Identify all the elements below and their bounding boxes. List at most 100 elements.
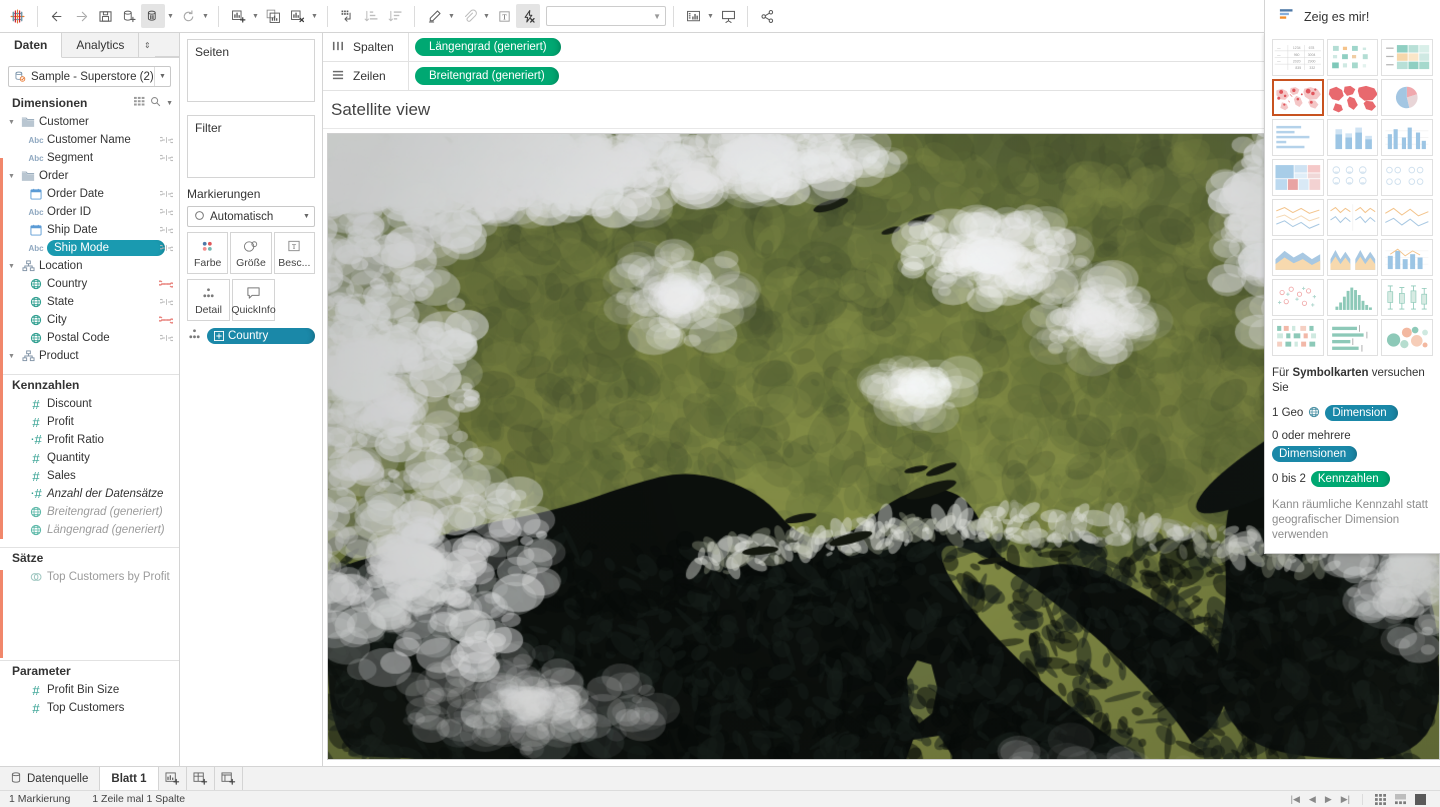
filters-drop-zone[interactable]	[188, 139, 314, 177]
fill-view-icon[interactable]	[1415, 793, 1426, 805]
chevron-down-icon[interactable]: ▼	[8, 173, 19, 180]
new-worksheet-caret-icon[interactable]: ▼	[250, 4, 261, 28]
link-icon[interactable]	[160, 298, 179, 306]
show-me-bullet-graph[interactable]	[1326, 319, 1379, 356]
show-me-tab[interactable]: Zeig es mir!	[1264, 0, 1440, 33]
tree-node-discount[interactable]: # Discount	[0, 395, 179, 413]
tree-node-profit-bin-size[interactable]: # Profit Bin Size	[0, 681, 179, 699]
group-caret-icon[interactable]: ▼	[481, 4, 492, 28]
link-icon[interactable]	[160, 136, 179, 144]
chevron-down-icon[interactable]: ▼	[166, 100, 173, 107]
save-button[interactable]	[93, 4, 117, 28]
chevron-down-icon[interactable]: ▼	[8, 353, 19, 360]
show-me-heat-map[interactable]	[1326, 39, 1379, 76]
refresh-caret-icon[interactable]: ▼	[200, 4, 211, 28]
link-icon[interactable]	[160, 244, 179, 252]
show-me-discrete-lines[interactable]	[1381, 199, 1433, 236]
fit-size-combo[interactable]: ▼	[546, 6, 666, 26]
marks-size-button[interactable]: Größe	[230, 232, 272, 274]
tree-node-top-customers[interactable]: # Top Customers	[0, 699, 179, 717]
tab-blatt-1[interactable]: Blatt 1	[100, 767, 159, 790]
highlight-button[interactable]	[422, 4, 446, 28]
back-button[interactable]	[45, 4, 69, 28]
refresh-button[interactable]	[176, 4, 200, 28]
show-me-histogram[interactable]	[1326, 279, 1379, 316]
marks-pill-country[interactable]: Country	[207, 328, 315, 344]
clear-sheet-button[interactable]	[285, 4, 309, 28]
sort-ascending-button[interactable]	[359, 4, 383, 28]
chevron-down-icon[interactable]: ▼	[8, 263, 19, 270]
show-me-symbol-map[interactable]	[1272, 79, 1324, 116]
chevron-down-icon[interactable]: ▼	[154, 67, 170, 86]
previous-icon[interactable]: ◀	[1309, 794, 1316, 805]
show-me-gantt-chart[interactable]	[1272, 319, 1324, 356]
show-mark-labels-button[interactable]: T	[492, 4, 516, 28]
grid-view-icon[interactable]	[1375, 793, 1386, 805]
link-icon[interactable]	[160, 190, 179, 198]
tree-node-anzahl-datensaetze[interactable]: ⋅# Anzahl der Datensätze	[0, 485, 179, 503]
datasource-select[interactable]: Sample - Superstore (2) ▼	[8, 66, 171, 87]
sort-descending-button[interactable]	[383, 4, 407, 28]
show-me-continuous-lines[interactable]	[1272, 199, 1324, 236]
show-me-scatter-plot[interactable]	[1272, 279, 1324, 316]
link-active-icon[interactable]	[159, 316, 179, 324]
presentation-size-caret-icon[interactable]: ▼	[705, 4, 716, 28]
rows-pill-latitude[interactable]: Breitengrad (generiert)	[415, 67, 559, 85]
show-me-dual-combination[interactable]	[1381, 239, 1433, 276]
forward-button[interactable]	[69, 4, 93, 28]
marks-detail-button[interactable]: Detail	[187, 279, 230, 321]
pause-auto-update-button[interactable]	[141, 4, 165, 28]
fix-axes-button[interactable]	[516, 4, 540, 28]
group-members-button[interactable]	[457, 4, 481, 28]
tree-node-order-id[interactable]: Abc Order ID	[0, 203, 179, 221]
highlight-caret-icon[interactable]: ▼	[446, 4, 457, 28]
new-story-tab-button[interactable]	[215, 767, 243, 790]
show-me-circle-views[interactable]	[1326, 159, 1379, 196]
last-icon[interactable]: ▶|	[1341, 794, 1350, 805]
tree-node-sales[interactable]: # Sales	[0, 467, 179, 485]
show-me-pie-chart[interactable]	[1381, 79, 1433, 116]
tree-node-product[interactable]: ▼ Product	[0, 347, 179, 365]
tree-node-profit[interactable]: # Profit	[0, 413, 179, 431]
new-dashboard-tab-button[interactable]	[187, 767, 215, 790]
show-me-text-table[interactable]: — 1234 678 — 960 3004 — 2020 2900 835 332	[1272, 39, 1324, 76]
tree-node-ship-mode[interactable]: Abc Ship Mode	[0, 239, 179, 257]
show-me-highlight-table[interactable]	[1381, 39, 1433, 76]
tab-daten[interactable]: Daten	[0, 33, 63, 58]
new-worksheet-tab-button[interactable]	[159, 767, 187, 790]
link-icon[interactable]	[160, 334, 179, 342]
swap-rows-columns-button[interactable]	[335, 4, 359, 28]
tree-node-location[interactable]: ▼ Location	[0, 257, 179, 275]
pane-tab-sort-icon[interactable]: ⇕	[139, 33, 156, 57]
marks-tooltip-button[interactable]: QuickInfo	[231, 279, 276, 321]
link-icon[interactable]	[160, 226, 179, 234]
list-view-icon[interactable]	[1395, 793, 1406, 805]
grid-view-icon[interactable]	[134, 96, 145, 110]
tree-node-order-date[interactable]: Order Date	[0, 185, 179, 203]
tree-node-top-customers-by-profit[interactable]: Top Customers by Profit	[0, 568, 179, 586]
pause-auto-update-caret-icon[interactable]: ▼	[165, 4, 176, 28]
tree-node-order[interactable]: ▼ Order	[0, 167, 179, 185]
next-icon[interactable]: ▶	[1325, 794, 1332, 805]
tree-node-customer[interactable]: ▼ Customer	[0, 113, 179, 131]
show-me-treemap[interactable]	[1272, 159, 1324, 196]
show-me-box-and-whisker[interactable]	[1381, 279, 1433, 316]
link-icon[interactable]	[160, 154, 179, 162]
tree-node-ship-date[interactable]: Ship Date	[0, 221, 179, 239]
search-icon[interactable]	[150, 96, 161, 110]
tree-node-state[interactable]: State	[0, 293, 179, 311]
plus-box-icon[interactable]	[214, 331, 224, 341]
tree-node-country[interactable]: Country	[0, 275, 179, 293]
tree-node-laengengrad[interactable]: Längengrad (generiert)	[0, 521, 179, 539]
show-me-area-discrete[interactable]	[1326, 239, 1379, 276]
show-me-stacked-bars[interactable]	[1326, 119, 1379, 156]
show-me-dual-lines[interactable]	[1326, 199, 1379, 236]
link-active-icon[interactable]	[159, 280, 179, 288]
show-me-side-by-side-circles[interactable]	[1381, 159, 1433, 196]
tree-node-breitengrad[interactable]: Breitengrad (generiert)	[0, 503, 179, 521]
tree-node-segment[interactable]: Abc Segment	[0, 149, 179, 167]
tree-node-profit-ratio[interactable]: ⋅# Profit Ratio	[0, 431, 179, 449]
duplicate-sheet-button[interactable]	[261, 4, 285, 28]
tab-datenquelle[interactable]: Datenquelle	[0, 767, 101, 790]
first-icon[interactable]: |◀	[1291, 794, 1300, 805]
